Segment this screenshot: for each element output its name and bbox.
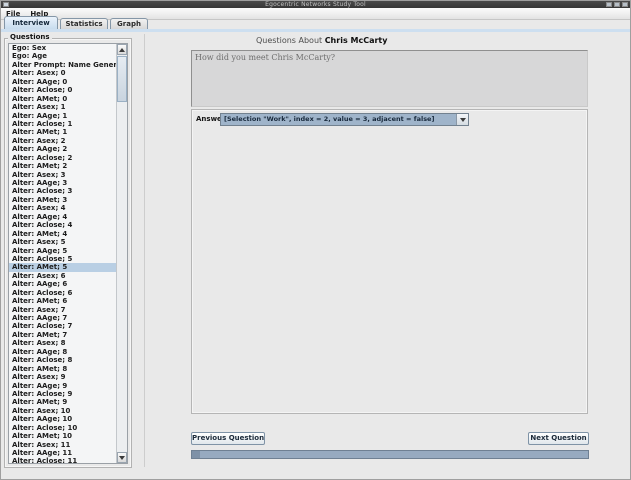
arrow-down-icon: [119, 455, 125, 460]
question-list-item[interactable]: Alter: Asex; 5: [9, 238, 117, 246]
answer-combobox-value[interactable]: [Selection "Work", index = 2, value = 3,…: [221, 114, 456, 125]
scrollbar-thumb[interactable]: [117, 56, 127, 102]
scroll-up-button[interactable]: [117, 44, 127, 55]
question-list-item[interactable]: Ego: Sex: [9, 44, 117, 52]
question-list-item[interactable]: Alter: Aclose; 5: [9, 255, 117, 263]
previous-question-button[interactable]: Previous Question: [191, 432, 265, 445]
arrow-up-icon: [119, 47, 125, 52]
question-list-item[interactable]: Alter: AMet; 3: [9, 196, 117, 204]
question-list-item[interactable]: Alter: AMet; 6: [9, 297, 117, 305]
interview-progress-bar: [191, 450, 589, 459]
combobox-dropdown-button[interactable]: [456, 114, 468, 125]
tab-graph[interactable]: Graph: [110, 18, 148, 29]
answer-combobox[interactable]: [Selection "Work", index = 2, value = 3,…: [220, 113, 469, 126]
question-list-item[interactable]: Ego: Age: [9, 52, 117, 60]
minimize-icon[interactable]: [606, 2, 612, 7]
split-divider[interactable]: [144, 34, 145, 467]
question-list-item[interactable]: Alter: Aclose; 10: [9, 424, 117, 432]
question-list-item[interactable]: Alter: Asex; 8: [9, 339, 117, 347]
interview-tab-content: Questions Ego: Sex Ego: Age Alter Prompt: …: [1, 29, 630, 468]
question-list-item[interactable]: Alter: AMet; 2: [9, 162, 117, 170]
question-list-item[interactable]: Alter: Aclose; 4: [9, 221, 117, 229]
question-list-item[interactable]: Alter: Aclose; 3: [9, 187, 117, 195]
tab-interview[interactable]: Interview: [4, 16, 58, 29]
question-list-item[interactable]: Alter Prompt: Name Generator: [9, 61, 117, 69]
question-list-item[interactable]: Alter: AMet; 8: [9, 365, 117, 373]
scroll-down-button[interactable]: [117, 452, 127, 463]
respondent-name: Chris McCarty: [324, 36, 388, 45]
question-list-item[interactable]: Alter: AAge; 5: [9, 247, 117, 255]
app-icon: [3, 2, 9, 7]
question-list-item[interactable]: Alter: Asex; 10: [9, 407, 117, 415]
question-list-item[interactable]: Alter: AAge; 3: [9, 179, 117, 187]
question-list-item[interactable]: Alter: Asex; 0: [9, 69, 117, 77]
question-list-item[interactable]: Alter: AAge; 8: [9, 348, 117, 356]
questions-scrollbar[interactable]: [116, 44, 127, 463]
question-list-item[interactable]: Alter: AAge; 7: [9, 314, 117, 322]
question-list-item[interactable]: Alter: AAge; 2: [9, 145, 117, 153]
question-list-item[interactable]: Alter: AMet; 10: [9, 432, 117, 440]
question-list-item[interactable]: Alter: Asex; 4: [9, 204, 117, 212]
chevron-down-icon: [459, 117, 466, 122]
close-icon[interactable]: [622, 2, 628, 7]
window-controls: [606, 2, 628, 7]
questions-panel-title: Questions: [8, 33, 52, 41]
page-title: Questions About Chris McCarty: [256, 36, 387, 45]
question-list-item[interactable]: Alter: Asex; 2: [9, 137, 117, 145]
question-list-item[interactable]: Alter: AAge; 10: [9, 415, 117, 423]
question-list-item[interactable]: Alter: AAge; 4: [9, 213, 117, 221]
question-list-item[interactable]: Alter: Asex; 11: [9, 441, 117, 449]
question-list-item[interactable]: Alter: Aclose; 1: [9, 120, 117, 128]
question-list-item[interactable]: Alter: Aclose; 2: [9, 154, 117, 162]
question-list-item[interactable]: Alter: AAge; 6: [9, 280, 117, 288]
question-list-item[interactable]: Alter: Asex; 7: [9, 306, 117, 314]
question-list-item[interactable]: Alter: Aclose; 9: [9, 390, 117, 398]
question-list-item[interactable]: Alter: AMet; 4: [9, 230, 117, 238]
question-list-item[interactable]: Alter: AMet; 0: [9, 95, 117, 103]
app-window: Egocentric Networks Study Tool File Help…: [0, 0, 631, 480]
title-bar: Egocentric Networks Study Tool: [1, 1, 630, 8]
question-list-item[interactable]: Alter: Aclose; 7: [9, 322, 117, 330]
question-list-item[interactable]: Alter: AMet; 9: [9, 398, 117, 406]
answer-panel: Answer: [Selection "Work", index = 2, va…: [191, 109, 588, 414]
question-list-item[interactable]: Alter: Aclose; 8: [9, 356, 117, 364]
question-list-item[interactable]: Alter: Aclose; 11: [9, 457, 117, 463]
question-list-item[interactable]: Alter: Asex; 1: [9, 103, 117, 111]
question-text-area: How did you meet Chris McCarty?: [191, 50, 588, 107]
question-list-item[interactable]: Alter: AMet; 7: [9, 331, 117, 339]
next-question-button[interactable]: Next Question: [528, 432, 589, 445]
page-title-prefix: Questions About: [256, 36, 325, 45]
questions-list: Ego: SexEgo: AgeAlter Prompt: Name Gener…: [8, 43, 128, 464]
question-list-item[interactable]: Alter: Asex; 6: [9, 272, 117, 280]
question-list-item[interactable]: Alter: AAge; 9: [9, 382, 117, 390]
question-list-item[interactable]: Alter: Asex; 9: [9, 373, 117, 381]
progress-bar-fill: [192, 451, 200, 458]
question-list-item[interactable]: Alter: AAge; 1: [9, 112, 117, 120]
tab-statistics[interactable]: Statistics: [60, 18, 108, 29]
question-list-item[interactable]: Alter: AAge; 0: [9, 78, 117, 86]
question-list-item[interactable]: Alter: AMet; 1: [9, 128, 117, 136]
tab-bar: Interview Statistics Graph: [1, 16, 630, 29]
question-text: How did you meet Chris McCarty?: [195, 53, 336, 62]
questions-list-viewport: Ego: SexEgo: AgeAlter Prompt: Name Gener…: [9, 44, 117, 463]
question-list-item[interactable]: Alter: Asex; 3: [9, 171, 117, 179]
maximize-icon[interactable]: [614, 2, 620, 7]
question-list-item[interactable]: Alter: AMet; 5: [9, 263, 117, 272]
question-panel: Questions About Chris McCarty How did yo…: [146, 32, 630, 467]
question-list-item[interactable]: Alter: Aclose; 0: [9, 86, 117, 94]
window-title: Egocentric Networks Study Tool: [265, 1, 366, 8]
question-list-item[interactable]: Alter: Aclose; 6: [9, 289, 117, 297]
question-list-item[interactable]: Alter: AAge; 11: [9, 449, 117, 457]
